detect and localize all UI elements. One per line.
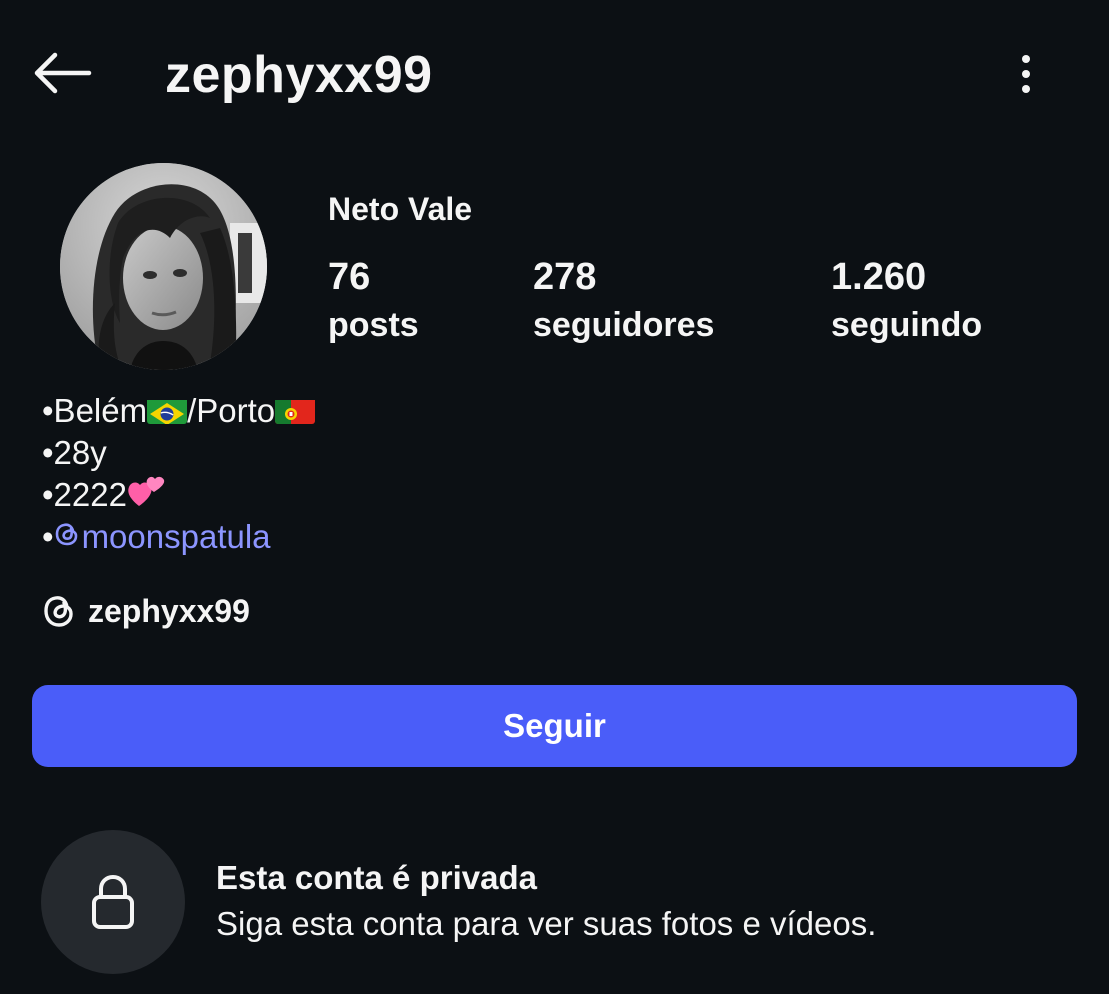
profile-bio: •Belém/Porto •28y •2222 • moonspatula bbox=[42, 390, 316, 558]
stat-following-count: 1.260 bbox=[831, 256, 927, 298]
private-lock-badge bbox=[41, 830, 185, 974]
stat-followers[interactable]: 278 seguidores bbox=[533, 252, 714, 348]
two-hearts-icon bbox=[127, 472, 167, 518]
more-options-button[interactable] bbox=[1006, 48, 1046, 100]
stat-posts[interactable]: 76 posts bbox=[328, 252, 419, 348]
threads-profile-link[interactable]: zephyxx99 bbox=[42, 588, 250, 634]
bio-city-porto: /Porto bbox=[187, 392, 276, 429]
avatar[interactable] bbox=[60, 163, 267, 370]
bio-mention-text: moonspatula bbox=[81, 518, 271, 555]
profile-photo bbox=[60, 163, 267, 370]
bio-mention-link[interactable]: moonspatula bbox=[54, 518, 271, 555]
threads-icon bbox=[54, 516, 80, 558]
portugal-flag-icon bbox=[275, 396, 316, 425]
stat-posts-count: 76 bbox=[328, 256, 371, 298]
stat-following-label: seguindo bbox=[831, 306, 983, 344]
private-account-title: Esta conta é privada bbox=[216, 859, 537, 896]
back-button[interactable] bbox=[26, 44, 98, 102]
bio-line-location: •Belém/Porto bbox=[42, 390, 316, 432]
threads-logo-icon bbox=[44, 596, 73, 627]
bio-2222-text: •2222 bbox=[42, 476, 127, 513]
bio-line-mention: • moonspatula bbox=[42, 516, 315, 558]
bio-city-belem: •Belém bbox=[42, 392, 148, 429]
stat-posts-label: posts bbox=[328, 306, 419, 344]
profile-username-title: zephyxx99 bbox=[165, 46, 433, 104]
follow-button[interactable]: Seguir bbox=[32, 685, 1077, 767]
stat-followers-count: 278 bbox=[533, 256, 597, 298]
arrow-left-icon bbox=[34, 52, 92, 94]
lock-icon bbox=[92, 874, 134, 929]
brazil-flag-icon bbox=[147, 396, 188, 425]
bio-bullet: • bbox=[42, 518, 54, 555]
more-vertical-icon bbox=[1022, 55, 1030, 93]
stat-followers-label: seguidores bbox=[533, 306, 715, 344]
bio-line-age: •28y bbox=[42, 434, 107, 471]
threads-handle: zephyxx99 bbox=[88, 592, 250, 629]
private-account-subtitle: Siga esta conta para ver suas fotos e ví… bbox=[216, 905, 877, 942]
bio-line-2222: •2222 bbox=[42, 474, 315, 516]
stat-following[interactable]: 1.260 seguindo bbox=[831, 252, 982, 348]
profile-display-name: Neto Vale bbox=[328, 191, 473, 227]
